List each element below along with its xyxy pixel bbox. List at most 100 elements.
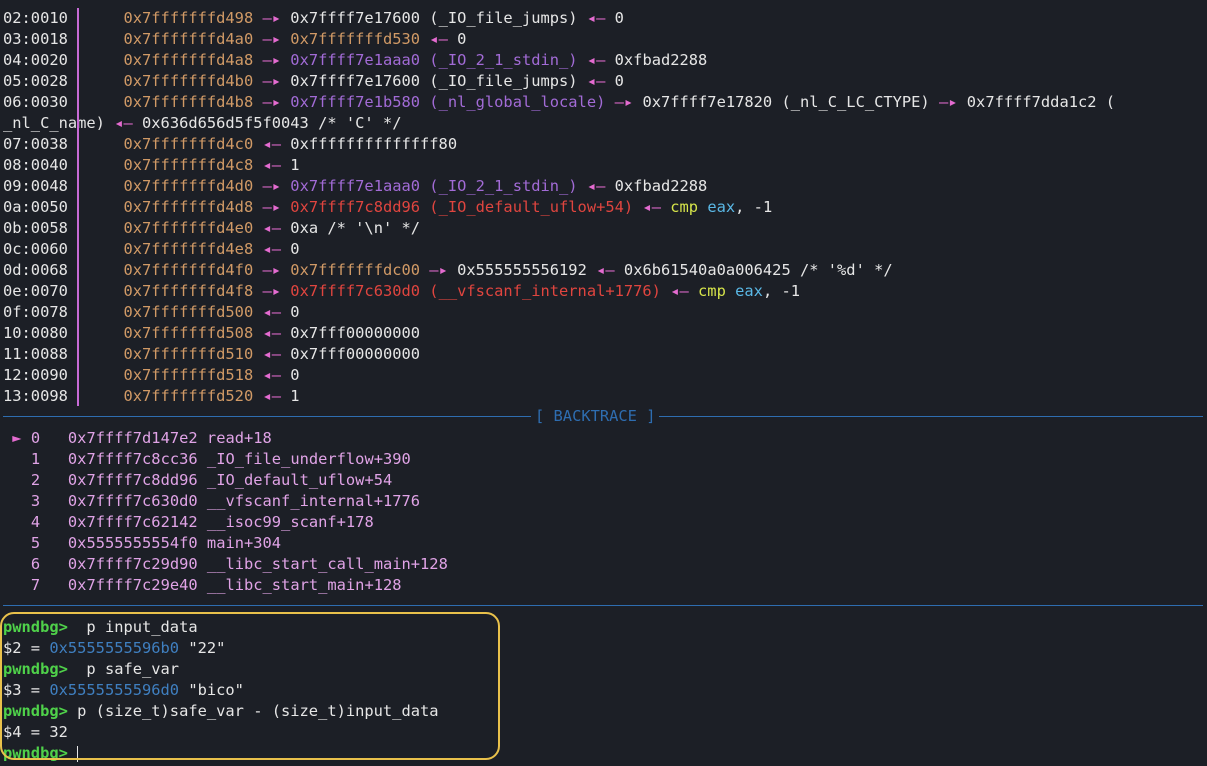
stack-address: 0x7fffffffd4e0 — [123, 219, 254, 237]
stack-value: (__vfscanf_internal+1776) — [420, 282, 661, 300]
frame-address: 0x7ffff7c62142 — [67, 513, 198, 531]
backtrace-frame[interactable]: 1 0x7ffff7c8cc36 _IO_file_underflow+390 — [3, 449, 411, 470]
stack-address: 0x7fffffffd500 — [123, 303, 254, 321]
stack-row: 07:0038 0x7fffffffd4c0 ◂— 0xffffffffffff… — [3, 134, 457, 155]
stack-value: 0x7fffffffdc00 — [290, 261, 421, 279]
stack-row: 0b:0058 0x7fffffffd4e0 ◂— 0xa /* '\n' */ — [3, 218, 420, 239]
stack-value: , -1 — [735, 198, 773, 216]
stack-value: (_IO_2_1_stdin_) — [420, 51, 578, 69]
stack-value: —▸ — [605, 93, 643, 111]
stack-value: cmp — [698, 282, 726, 300]
stack-value: (_IO_2_1_stdin_) — [420, 177, 578, 195]
stack-value: ◂— — [253, 366, 291, 384]
stack-value: 0x6b61540a0a006425 /* '%d' */ — [623, 261, 893, 279]
stack-value: 0x7fff00000000 — [290, 345, 421, 363]
stack-value: —▸ — [253, 261, 291, 279]
frame-address: 0x7ffff7c29d90 — [67, 555, 198, 573]
frame-index: 6 — [30, 555, 41, 573]
stack-offset: 13:0098 — [3, 387, 68, 405]
stack-value: 0x636d656d5f5f0043 /* 'C' */ — [142, 114, 402, 132]
stack-row: 0d:0068 0x7fffffffd4f0 —▸ 0x7fffffffdc00… — [3, 260, 893, 281]
stack-address: 0x7fffffffd4a8 — [123, 51, 254, 69]
frame-marker — [3, 471, 31, 489]
stack-value: (_nl_global_locale) — [420, 93, 606, 111]
frame-address: 0x7ffff7c8cc36 — [67, 450, 198, 468]
stack-value: 0 — [290, 303, 300, 321]
frame-index: 2 — [30, 471, 41, 489]
stack-value: 0x7ffff7e17600 — [290, 72, 421, 90]
stack-value: —▸ — [253, 51, 291, 69]
frame-symbol: __isoc99_scanf+178 — [206, 513, 374, 531]
backtrace-frame[interactable]: 6 0x7ffff7c29d90 __libc_start_call_main+… — [3, 554, 448, 575]
stack-offset: 10:0080 — [3, 324, 68, 342]
stack-value: 0 — [457, 30, 467, 48]
backtrace-frame[interactable]: 4 0x7ffff7c62142 __isoc99_scanf+178 — [3, 512, 374, 533]
stack-offset: 09:0048 — [3, 177, 68, 195]
frame-symbol: main+304 — [206, 534, 282, 552]
stack-value: 0x7ffff7e17820 — [642, 93, 773, 111]
stack-value: ◂— — [253, 387, 291, 405]
backtrace-frame[interactable]: 2 0x7ffff7c8dd96 _IO_default_uflow+54 — [3, 470, 392, 491]
frame-marker — [3, 513, 31, 531]
frame-address: 0x7ffff7c630d0 — [67, 492, 198, 510]
stack-offset: 0f:0078 — [3, 303, 68, 321]
frame-index: 3 — [30, 492, 41, 510]
stack-address: 0x7fffffffd4d8 — [123, 198, 254, 216]
frame-index: 1 — [30, 450, 41, 468]
stack-offset: 03:0018 — [3, 30, 68, 48]
backtrace-frame[interactable]: 5 0x5555555554f0 main+304 — [3, 533, 281, 554]
stack-value: 1 — [290, 387, 300, 405]
frame-index: 7 — [30, 576, 41, 594]
stack-value: ◂— — [104, 114, 143, 132]
stack-value: 0 — [614, 72, 624, 90]
stack-row: 0e:0070 0x7fffffffd4f8 —▸ 0x7ffff7c630d0… — [3, 281, 800, 302]
backtrace-header: [ BACKTRACE ] — [531, 406, 660, 427]
frame-marker — [3, 576, 31, 594]
stack-row: 0c:0060 0x7fffffffd4e8 ◂— 0 — [3, 239, 300, 260]
stack-offset: 0e:0070 — [3, 282, 68, 300]
stack-row: 04:0020 0x7fffffffd4a8 —▸ 0x7ffff7e1aaa0… — [3, 50, 707, 71]
stack-offset: 04:0020 — [3, 51, 68, 69]
stack-value: eax — [735, 282, 763, 300]
stack-offset: 02:0010 — [3, 9, 68, 27]
stack-row: 13:0098 0x7fffffffd520 ◂— 1 — [3, 386, 300, 407]
stack-value: 0x7ffff7e1b580 — [290, 93, 421, 111]
stack-value: ◂— — [586, 261, 624, 279]
backtrace-frame[interactable]: 7 0x7ffff7c29e40 __libc_start_main+128 — [3, 575, 402, 596]
frame-index: 5 — [30, 534, 41, 552]
backtrace-frame[interactable]: ► 0 0x7ffff7d147e2 read+18 — [3, 428, 272, 449]
stack-offset: 08:0040 — [3, 156, 68, 174]
stack-offset: 0a:0050 — [3, 198, 68, 216]
stack-value: _nl_C_name) — [3, 114, 105, 132]
stack-offset: 06:0030 — [3, 93, 68, 111]
stack-value: ◂— — [253, 219, 291, 237]
stack-value: cmp — [670, 198, 699, 216]
stack-value: 0x555555556192 — [457, 261, 587, 279]
stack-value: 0x7ffff7c8dd96 — [290, 198, 421, 216]
stack-value: ◂— — [633, 198, 671, 216]
stack-offset: 07:0038 — [3, 135, 68, 153]
stack-row: 08:0040 0x7fffffffd4c8 ◂— 1 — [3, 155, 300, 176]
stack-row: 11:0088 0x7fffffffd510 ◂— 0x7fff00000000 — [3, 344, 420, 365]
stack-row: 12:0090 0x7fffffffd518 ◂— 0 — [3, 365, 300, 386]
stack-value: (_IO_default_uflow+54) — [420, 198, 634, 216]
stack-value: ◂— — [577, 72, 615, 90]
stack-address: 0x7fffffffd4b8 — [123, 93, 254, 111]
stack-offset: 0c:0060 — [3, 240, 68, 258]
frame-marker — [3, 555, 31, 573]
frame-index: 0 — [30, 429, 41, 447]
frame-address: 0x7ffff7c29e40 — [67, 576, 198, 594]
stack-value: 0x7ffff7e1aaa0 — [290, 51, 421, 69]
stack-value: eax — [707, 198, 736, 216]
stack-address: 0x7fffffffd498 — [123, 9, 254, 27]
backtrace-frame[interactable]: 3 0x7ffff7c630d0 __vfscanf_internal+1776 — [3, 491, 420, 512]
stack-value: —▸ — [253, 282, 291, 300]
stack-value: 0x7ffff7dda1c2 ( — [966, 93, 1116, 111]
frame-marker — [3, 534, 31, 552]
stack-value: 0xfbad2288 — [614, 177, 708, 195]
